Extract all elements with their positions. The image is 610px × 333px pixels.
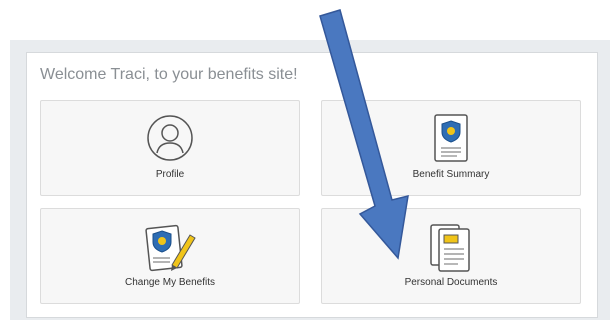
welcome-heading: Welcome Traci, to your benefits site! [40, 66, 298, 83]
documents-icon [427, 221, 475, 278]
benefit-summary-label: Benefit Summary [412, 169, 490, 180]
footer-strip [10, 320, 610, 333]
change-benefits-tile[interactable]: Change My Benefits [40, 208, 300, 304]
change-benefits-label: Change My Benefits [124, 277, 216, 288]
personal-documents-label: Personal Documents [404, 277, 498, 288]
user-silhouette-icon [145, 113, 195, 168]
benefit-summary-tile[interactable]: Benefit Summary [321, 100, 581, 196]
benefit-document-icon [431, 113, 471, 170]
edit-benefits-icon [142, 221, 198, 278]
personal-documents-tile[interactable]: Personal Documents [321, 208, 581, 304]
profile-label: Profile [155, 169, 185, 180]
profile-tile[interactable]: Profile [40, 100, 300, 196]
